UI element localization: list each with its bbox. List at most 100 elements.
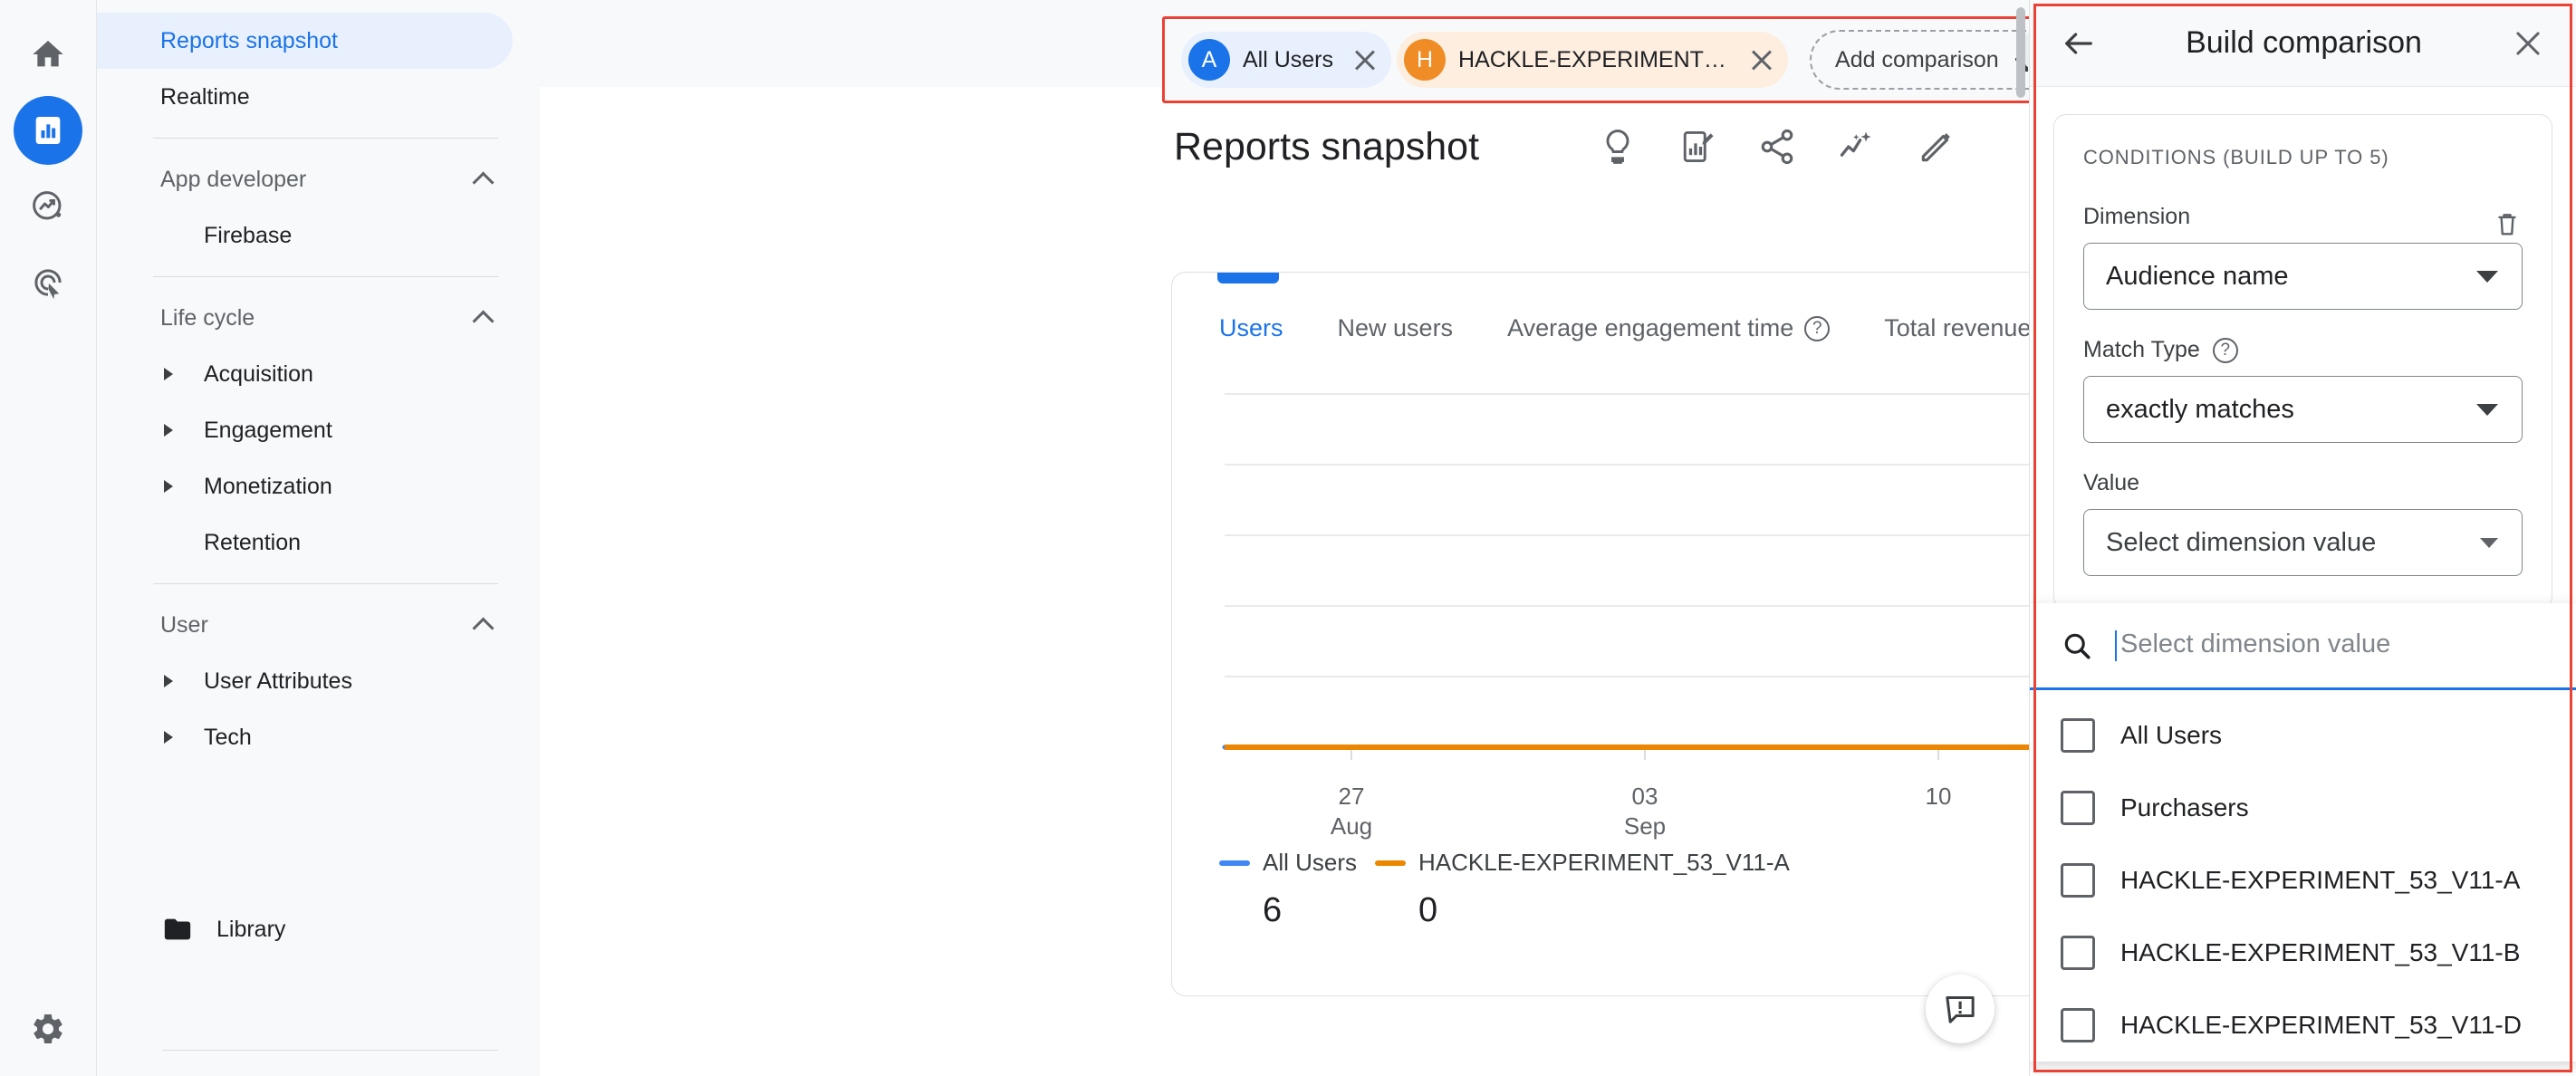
search-icon xyxy=(2064,633,2091,659)
caret-right-icon xyxy=(164,480,173,493)
conditions-title: CONDITIONS (BUILD UP TO 5) xyxy=(2083,146,2389,168)
checkbox[interactable] xyxy=(2061,1008,2095,1042)
sidebar-item-library[interactable]: Library xyxy=(97,901,540,957)
list-item-label: HACKLE-EXPERIMENT_53_V11-D xyxy=(2120,1011,2522,1039)
x-tick-value: 03 xyxy=(1631,783,1658,810)
sidebar-item-retention[interactable]: Retention xyxy=(97,514,540,571)
checkbox[interactable] xyxy=(2061,863,2095,898)
sidebar-item-realtime[interactable]: Realtime xyxy=(97,69,540,125)
field-gap xyxy=(2083,310,2523,337)
legend-row: HACKLE-EXPERIMENT_53_V11-A xyxy=(1375,849,1790,877)
sidebar-item-tech[interactable]: Tech xyxy=(97,709,540,765)
dimension-value-dropdown: Select dimension value All Users Purchas… xyxy=(2030,603,2576,1062)
chevron-up-icon xyxy=(475,309,493,327)
advertising-icon[interactable] xyxy=(14,248,82,317)
page-header-actions xyxy=(1598,127,1956,167)
sidebar-group-life-cycle[interactable]: Life cycle xyxy=(97,290,540,346)
list-item[interactable]: HACKLE-EXPERIMENT_53_V11-A xyxy=(2030,844,2576,917)
match-type-label-row: Match Type ? xyxy=(2083,337,2523,363)
list-item[interactable]: Purchasers xyxy=(2030,772,2576,844)
remove-comparison-icon[interactable] xyxy=(1350,44,1380,75)
help-icon[interactable]: ? xyxy=(2212,337,2238,363)
search-placeholder: Select dimension value xyxy=(2120,629,2391,659)
x-tick-value: 10 xyxy=(1925,783,1952,810)
tab-average-engagement-time[interactable]: Average engagement time ? xyxy=(1507,314,1884,342)
match-type-select[interactable]: exactly matches xyxy=(2083,376,2523,443)
trash-icon[interactable] xyxy=(2492,208,2523,239)
legend-item-hackle-experiment[interactable]: HACKLE-EXPERIMENT_53_V11-A 0 xyxy=(1375,849,1790,930)
feedback-icon[interactable] xyxy=(1926,975,1994,1043)
x-tick-label: 27 Aug xyxy=(1331,782,1372,841)
value-select[interactable]: Select dimension value xyxy=(2083,509,2523,576)
sidebar-group-user[interactable]: User xyxy=(97,597,540,653)
caret-right-icon xyxy=(164,675,173,687)
sidebar-group-app-developer[interactable]: App developer xyxy=(97,151,540,207)
page-title: Reports snapshot xyxy=(1174,124,1480,168)
tab-label: Users xyxy=(1219,314,1283,341)
sidebar-item-label: User Attributes xyxy=(204,668,352,694)
list-item[interactable]: HACKLE-EXPERIMENT_53_V11-B xyxy=(2030,917,2576,989)
comparison-chip-hackle-experiment[interactable]: H HACKLE-EXPERIMENT_... xyxy=(1397,32,1789,88)
sidebar-item-reports-snapshot[interactable]: Reports snapshot xyxy=(97,13,513,69)
caret-right-icon xyxy=(164,424,173,437)
insights-lightbulb-icon[interactable] xyxy=(1598,127,1638,167)
checkbox[interactable] xyxy=(2061,791,2095,825)
back-arrow-icon[interactable] xyxy=(2061,25,2097,62)
sidebar-item-monetization[interactable]: Monetization xyxy=(97,458,540,514)
chevron-up-icon xyxy=(475,170,493,188)
comparison-chip-all-users[interactable]: A All Users xyxy=(1181,32,1392,88)
dimension-value-search[interactable]: Select dimension value xyxy=(2030,603,2576,690)
reports-icon[interactable] xyxy=(14,96,82,165)
admin-icon[interactable] xyxy=(14,994,82,1063)
main-content: A All Users H HACKLE-EXPERIMENT_... Add … xyxy=(540,0,2029,1076)
sidebar-item-label: Tech xyxy=(204,724,252,750)
chevron-down-icon xyxy=(2476,403,2498,416)
main-scrollbar[interactable] xyxy=(2016,7,2025,98)
comparison-avatar: A xyxy=(1188,39,1230,81)
sidebar-item-firebase[interactable]: Firebase xyxy=(97,207,540,264)
sidebar-item-engagement[interactable]: Engagement xyxy=(97,402,540,458)
checkbox[interactable] xyxy=(2061,936,2095,970)
close-icon[interactable] xyxy=(2511,26,2545,61)
explore-icon[interactable] xyxy=(14,172,82,241)
share-icon[interactable] xyxy=(1757,127,1797,167)
list-item-label: All Users xyxy=(2120,721,2223,749)
caret-right-icon xyxy=(164,731,173,744)
customize-pencil-icon[interactable] xyxy=(1917,127,1956,167)
chevron-down-icon xyxy=(2480,537,2498,548)
sidebar-item-label: Acquisition xyxy=(204,360,313,387)
analytics-app: Reports snapshot Realtime App developer … xyxy=(0,0,2576,1076)
add-comparison-button[interactable]: Add comparison xyxy=(1810,30,2029,90)
comparison-avatar: H xyxy=(1404,39,1447,81)
tab-new-users[interactable]: New users xyxy=(1338,314,1508,342)
list-item[interactable]: HACKLE-EXPERIMENT_53_V11-D xyxy=(2030,989,2576,1062)
tab-label: New users xyxy=(1337,314,1454,341)
value-placeholder: Select dimension value xyxy=(2106,527,2377,557)
tab-label: Total revenue xyxy=(1884,314,2029,341)
search-input[interactable]: Select dimension value xyxy=(2115,629,2391,661)
list-item[interactable]: All Users xyxy=(2030,699,2576,772)
sidebar-group-label: Life cycle xyxy=(160,304,255,331)
remove-comparison-icon[interactable] xyxy=(1746,44,1777,75)
home-icon[interactable] xyxy=(14,20,82,89)
x-tick-value: 27 xyxy=(1338,783,1365,810)
legend-row: All Users xyxy=(1219,849,1375,877)
chart-plot xyxy=(1222,393,2029,760)
sidebar-divider-4 xyxy=(162,1050,498,1051)
help-icon[interactable]: ? xyxy=(1804,315,1831,341)
dimension-select[interactable]: Audience name xyxy=(2083,243,2523,310)
checkbox[interactable] xyxy=(2061,718,2095,753)
sidebar-item-acquisition[interactable]: Acquisition xyxy=(97,346,540,402)
caret-right-icon xyxy=(164,368,173,380)
sidebar-item-user-attributes[interactable]: User Attributes xyxy=(97,653,540,709)
analytics-wand-icon[interactable] xyxy=(1837,127,1877,167)
legend-item-all-users[interactable]: All Users 6 xyxy=(1219,849,1375,930)
edit-report-icon[interactable] xyxy=(1677,127,1717,167)
field-gap xyxy=(2083,443,2523,470)
sidebar-library-label: Library xyxy=(216,916,286,942)
tab-users[interactable]: Users xyxy=(1219,314,1338,342)
chart-metric-tabs: Users New users Average engagement time … xyxy=(1172,273,2029,381)
tab-total-revenue[interactable]: Total revenue ? xyxy=(1884,314,2029,342)
top-bar: A All Users H HACKLE-EXPERIMENT_... Add … xyxy=(540,0,2029,103)
